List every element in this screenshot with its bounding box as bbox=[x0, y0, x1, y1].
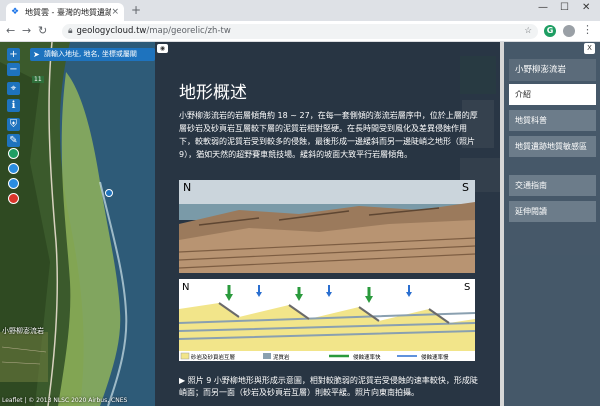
dropbox-icon: ❖ bbox=[11, 7, 20, 17]
browser-tab-bar: ❖ 地質雲 - 臺灣的地質遺跡 × + — ☐ ✕ bbox=[0, 0, 600, 21]
page-title: 地形概述 bbox=[179, 83, 247, 103]
side-item-reading[interactable]: 延伸閱讀 bbox=[509, 201, 596, 222]
side-item-science[interactable]: 地質科普 bbox=[509, 110, 596, 131]
layer-blue-toggle[interactable] bbox=[8, 163, 19, 174]
locate-button[interactable]: ⌖ bbox=[7, 82, 20, 95]
satellite-map[interactable] bbox=[0, 42, 160, 406]
browser-menu-icon[interactable]: ⋮ bbox=[582, 23, 593, 36]
layer-green-toggle[interactable] bbox=[8, 148, 19, 159]
info-icon: ℹ bbox=[11, 100, 16, 111]
photo-label-south: S bbox=[462, 181, 469, 194]
map-viewport[interactable]: + − ⌖ ℹ ⛨ ✎ ➤ 請輸入地址, 地名, 坐標或屬關 11 小野柳澎流岩… bbox=[0, 42, 600, 406]
new-tab-button[interactable]: + bbox=[131, 3, 141, 17]
side-item-sensitive-area[interactable]: 地質遺跡地質敏感區 bbox=[509, 136, 596, 157]
tab-close-icon[interactable]: × bbox=[111, 7, 119, 17]
minimize-icon[interactable]: — bbox=[538, 2, 548, 13]
navigation-arrow-icon: ➤ bbox=[33, 50, 40, 59]
bookmark-star-icon[interactable]: ☆ bbox=[524, 24, 532, 39]
reload-icon[interactable]: ↻ bbox=[38, 24, 47, 37]
map-attribution: Leaflet | © 2013 NLSC 2020 Airbus, CNES bbox=[2, 397, 128, 404]
photo-label-north: N bbox=[183, 181, 191, 194]
side-menu-title: 小野柳澎流岩 bbox=[509, 59, 596, 81]
url-domain: geologycloud.tw bbox=[76, 26, 147, 36]
browser-tab[interactable]: ❖ 地質雲 - 臺灣的地質遺跡 × bbox=[6, 3, 124, 21]
profile-avatar[interactable] bbox=[563, 25, 575, 37]
legend-erosion-fast: 侵蝕速率快 bbox=[353, 353, 381, 361]
coastal-photo: N S bbox=[179, 180, 475, 273]
zoom-in-button[interactable]: + bbox=[7, 48, 20, 61]
url-path: /map/georelic/zh-tw bbox=[146, 26, 231, 36]
photo-caption: ▶ 照片 9 小野柳地形與形成示意圖，相對較脆弱的泥質岩受侵蝕的速率較快，形成陡… bbox=[179, 376, 478, 397]
back-icon[interactable]: ← bbox=[6, 24, 15, 37]
layer-water-toggle[interactable] bbox=[8, 178, 19, 189]
content-panel: ◉ 地形概述 小野柳澎流岩的岩層傾角約 18 ~ 27，在每一套側傾的澎流岩層序… bbox=[155, 42, 500, 406]
legend-sandstone: 砂岩及砂頁岩互層 bbox=[191, 353, 235, 361]
zoom-out-button[interactable]: − bbox=[7, 63, 20, 76]
diagram-label-south: S bbox=[464, 282, 470, 293]
lock-icon: 🔒︎ bbox=[68, 26, 73, 36]
info-button[interactable]: ℹ bbox=[7, 99, 20, 112]
legend-erosion-slow: 侵蝕速率慢 bbox=[421, 353, 449, 361]
side-menu-close-button[interactable]: X bbox=[584, 43, 595, 54]
diagram-label-north: N bbox=[182, 282, 189, 293]
description-paragraph: 小野柳澎流岩的岩層傾角約 18 ~ 27，在每一套側傾的澎流岩層序中，位於上層的… bbox=[179, 111, 478, 159]
eye-icon[interactable]: ◉ bbox=[157, 44, 168, 53]
shield-icon: ⛨ bbox=[9, 119, 18, 130]
shield-button[interactable]: ⛨ bbox=[7, 118, 20, 131]
search-placeholder: 請輸入地址, 地名, 坐標或屬關 bbox=[44, 50, 137, 58]
close-window-icon[interactable]: ✕ bbox=[582, 2, 590, 13]
tab-title: 地質雲 - 臺灣的地質遺跡 bbox=[25, 7, 112, 17]
locate-icon: ⌖ bbox=[10, 83, 17, 94]
grammarly-extension-icon[interactable]: G bbox=[544, 25, 556, 37]
legend-mudstone: 泥質岩 bbox=[273, 353, 290, 361]
map-search-box[interactable]: ➤ 請輸入地址, 地名, 坐標或屬關 bbox=[30, 48, 155, 61]
maximize-icon[interactable]: ☐ bbox=[560, 2, 569, 13]
layer-red-toggle[interactable] bbox=[8, 193, 19, 204]
road-number-badge: 11 bbox=[32, 76, 44, 83]
forward-icon[interactable]: → bbox=[22, 24, 31, 37]
address-bar[interactable]: 🔒︎ geologycloud.tw/map/georelic/zh-tw ☆ bbox=[62, 24, 538, 39]
edit-button[interactable]: ✎ bbox=[7, 134, 20, 147]
side-item-intro[interactable]: 介紹 bbox=[509, 84, 596, 105]
location-marker-icon[interactable] bbox=[105, 189, 113, 197]
map-place-label: 小野柳澎流岩 bbox=[2, 327, 44, 335]
side-item-transport[interactable]: 交通指南 bbox=[509, 175, 596, 196]
side-menu: X 小野柳澎流岩 介紹 地質科普 地質遺跡地質敏感區 交通指南 延伸閱讀 bbox=[504, 42, 600, 406]
browser-toolbar: ← → ↻ 🔒︎ geologycloud.tw/map/georelic/zh-… bbox=[0, 21, 600, 42]
formation-diagram: N S 砂岩及砂頁岩互層 泥質岩 侵蝕速率快 侵蝕速率慢 bbox=[179, 279, 475, 361]
pencil-icon: ✎ bbox=[9, 135, 18, 146]
